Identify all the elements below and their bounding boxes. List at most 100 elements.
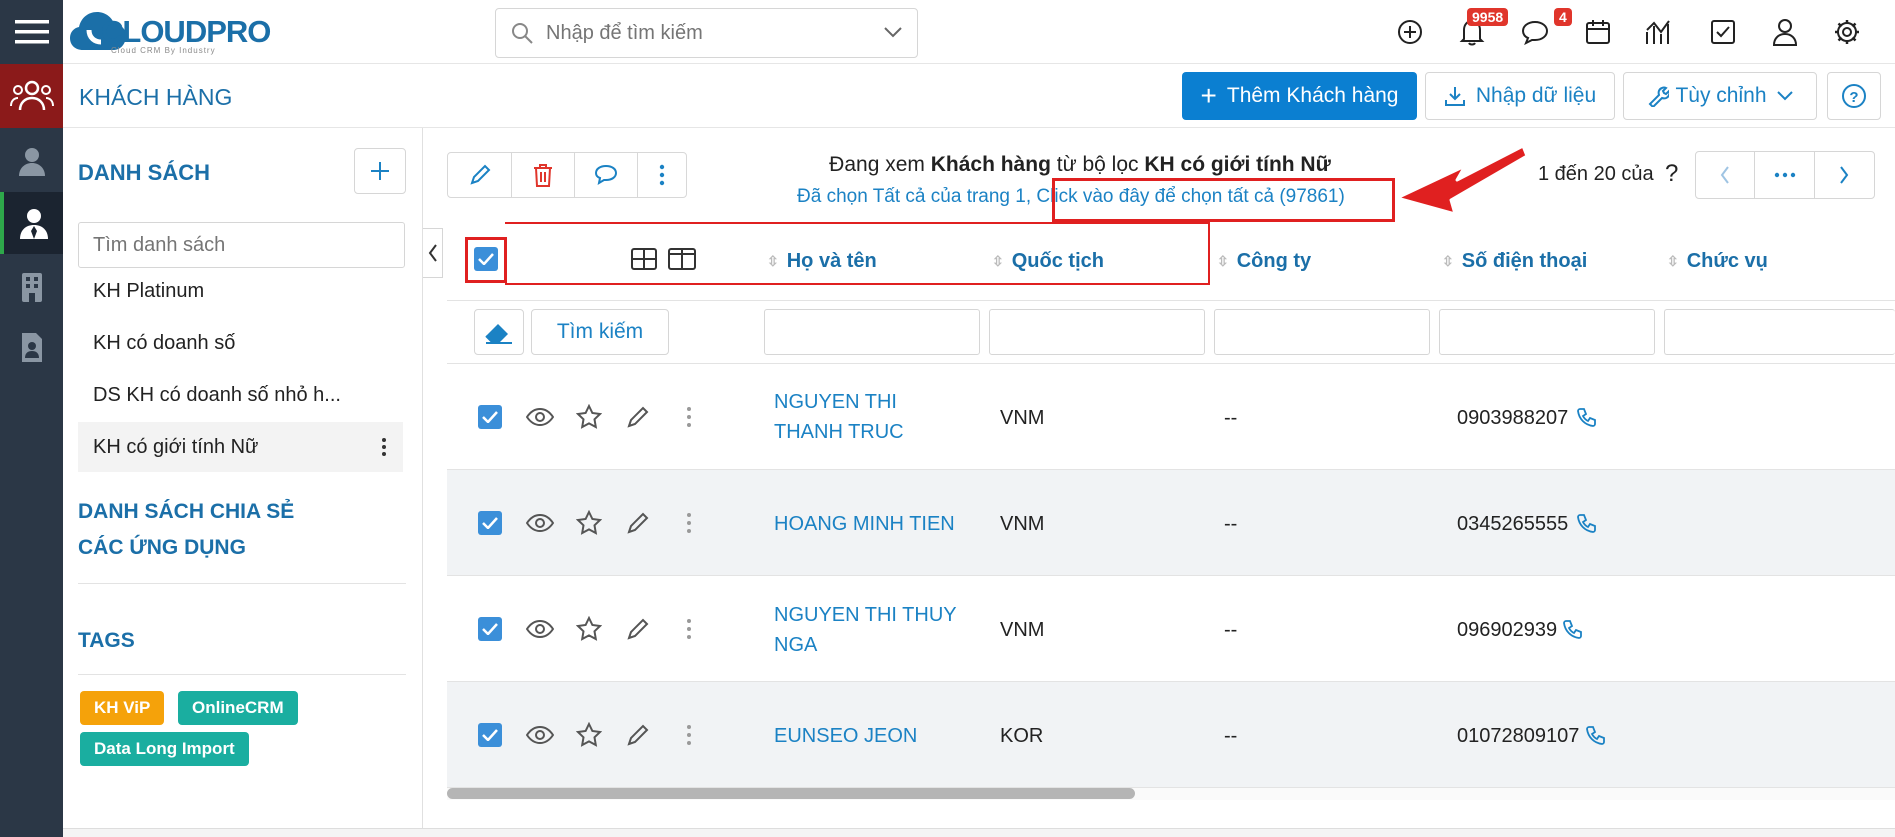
table-row[interactable] xyxy=(447,470,1895,576)
column-header-nationality[interactable]: ⇳ Quốc tịch xyxy=(992,248,1104,274)
name-line: NGUYEN THI THUY xyxy=(774,604,957,626)
edit-pencil-icon[interactable] xyxy=(623,614,653,644)
tag-data-long-import[interactable]: Data Long Import xyxy=(80,732,249,766)
customer-person-module-icon[interactable] xyxy=(0,192,63,254)
column-header-phone[interactable]: ⇳ Số điện thoại xyxy=(1442,248,1587,274)
add-circle-icon[interactable] xyxy=(1394,16,1426,48)
select-all-checkbox[interactable] xyxy=(474,247,498,271)
row-more-icon[interactable] xyxy=(674,402,704,432)
star-icon[interactable] xyxy=(574,402,604,432)
filter-input-company[interactable] xyxy=(1214,309,1430,355)
row-checkbox[interactable] xyxy=(478,723,502,747)
app-logo[interactable]: CLOUDPRO Cloud CRM By Industry xyxy=(69,8,309,58)
view-eye-icon[interactable] xyxy=(525,508,555,538)
highlight-box-select-all xyxy=(1052,178,1395,222)
search-filter-button[interactable]: Tìm kiếm xyxy=(531,309,669,355)
user-profile-icon[interactable] xyxy=(1769,16,1801,48)
view-eye-icon[interactable] xyxy=(525,720,555,750)
name-line: NGA xyxy=(774,634,818,656)
phone-cell: 0345265555 xyxy=(1457,513,1569,535)
column-label: Họ và tên xyxy=(786,249,877,272)
hamburger-menu-icon[interactable] xyxy=(0,0,63,64)
collapse-sidebar-button[interactable] xyxy=(423,228,443,278)
row-more-icon[interactable] xyxy=(674,720,704,750)
help-button[interactable]: ? xyxy=(1827,72,1881,120)
add-customer-button[interactable]: + Thêm Khách hàng xyxy=(1182,72,1417,120)
sidebar-list-item[interactable]: DS KH có doanh số nhỏ h... xyxy=(78,370,403,420)
table-row[interactable] xyxy=(447,576,1895,682)
customize-button[interactable]: Tùy chỉnh xyxy=(1623,72,1817,120)
global-search-input[interactable] xyxy=(544,17,864,49)
row-checkbox[interactable] xyxy=(478,405,502,429)
add-list-button[interactable] xyxy=(354,148,406,194)
tag-kh-vip[interactable]: KH ViP xyxy=(80,691,165,725)
filter-input-phone[interactable] xyxy=(1439,309,1655,355)
row-more-icon[interactable] xyxy=(674,508,704,538)
view-eye-icon[interactable] xyxy=(525,402,555,432)
phone-call-icon[interactable] xyxy=(1563,619,1583,639)
phone-call-icon[interactable] xyxy=(1586,725,1606,745)
star-icon[interactable] xyxy=(574,508,604,538)
customer-name-link[interactable]: EUNSEO JEON xyxy=(774,721,917,751)
table-row[interactable] xyxy=(447,682,1895,788)
table-row[interactable] xyxy=(447,364,1895,470)
horizontal-scrollbar-thumb[interactable] xyxy=(447,788,1135,799)
edit-pencil-icon[interactable] xyxy=(623,508,653,538)
settings-gear-icon[interactable] xyxy=(1831,16,1863,48)
edit-pencil-icon[interactable] xyxy=(623,720,653,750)
contact-module-icon[interactable] xyxy=(0,136,63,186)
divider xyxy=(78,583,406,584)
prev-page-button[interactable] xyxy=(1696,152,1756,198)
row-checkbox[interactable] xyxy=(478,617,502,641)
customer-name-link[interactable]: NGUYEN THI THANH TRUC xyxy=(774,387,904,447)
name-line: EUNSEO JEON xyxy=(774,725,918,747)
import-data-button[interactable]: Nhập dữ liệu xyxy=(1425,72,1615,120)
column-header-company[interactable]: ⇳ Công ty xyxy=(1217,248,1311,274)
filter-input-name[interactable] xyxy=(764,309,980,355)
document-contact-module-icon[interactable] xyxy=(0,322,63,372)
delete-button[interactable] xyxy=(511,152,575,198)
column-header-name[interactable]: ⇳ Họ và tên xyxy=(767,248,877,274)
column-layout-icon[interactable] xyxy=(668,248,696,270)
next-page-button[interactable] xyxy=(1815,152,1874,198)
column-header-position[interactable]: ⇳ Chức vụ xyxy=(1667,248,1768,274)
tag-onlinecrm[interactable]: OnlineCRM xyxy=(178,691,298,725)
shared-lists-title[interactable]: DANH SÁCH CHIA SẺ xyxy=(78,500,294,524)
name-line: HOANG MINH TIEN xyxy=(774,513,955,535)
global-search-box[interactable] xyxy=(495,8,918,58)
clear-filter-button[interactable] xyxy=(474,309,524,355)
view-eye-icon[interactable] xyxy=(525,614,555,644)
row-checkbox[interactable] xyxy=(478,511,502,535)
sidebar-list-item[interactable]: KH có doanh số xyxy=(78,318,403,368)
row-more-icon[interactable] xyxy=(674,614,704,644)
customize-label: Tùy chỉnh xyxy=(1675,84,1767,107)
task-checkbox-icon[interactable] xyxy=(1707,16,1739,48)
tag-label: Data Long Import xyxy=(94,739,235,758)
chevron-down-icon[interactable] xyxy=(884,27,902,39)
grid-view-icon[interactable] xyxy=(631,248,657,270)
sidebar-list-item-active[interactable]: KH có giới tính Nữ xyxy=(78,422,403,472)
comment-button[interactable] xyxy=(574,152,638,198)
calendar-icon[interactable] xyxy=(1582,16,1614,48)
phone-call-icon[interactable] xyxy=(1577,513,1597,533)
apps-title[interactable]: CÁC ỨNG DỤNG xyxy=(78,536,246,560)
edit-button[interactable] xyxy=(447,152,512,198)
edit-pencil-icon[interactable] xyxy=(623,402,653,432)
filter-input-nationality[interactable] xyxy=(989,309,1205,355)
star-icon[interactable] xyxy=(574,614,604,644)
sidebar-list-item[interactable]: KH Platinum xyxy=(78,266,403,316)
customers-module-icon[interactable] xyxy=(0,64,63,128)
chat-bubble-icon[interactable] xyxy=(1519,16,1551,48)
filter-info-prefix: Đang xem xyxy=(829,153,931,176)
star-icon[interactable] xyxy=(574,720,604,750)
page-options-button[interactable] xyxy=(1755,152,1815,198)
more-vertical-icon[interactable] xyxy=(381,437,387,457)
more-actions-button[interactable] xyxy=(637,152,687,198)
report-chart-icon[interactable] xyxy=(1644,16,1676,48)
customer-name-link[interactable]: HOANG MINH TIEN xyxy=(774,509,955,539)
customer-name-link[interactable]: NGUYEN THI THUY NGA xyxy=(774,600,957,660)
phone-call-icon[interactable] xyxy=(1577,407,1597,427)
building-module-icon[interactable] xyxy=(0,262,63,312)
filter-input-position[interactable] xyxy=(1664,309,1895,355)
list-search-input[interactable] xyxy=(78,222,405,268)
